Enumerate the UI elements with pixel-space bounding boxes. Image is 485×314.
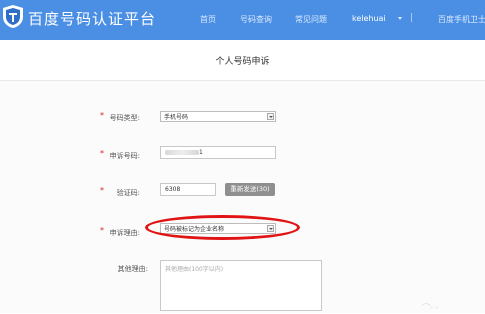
appeal-number-label: 申诉号码:: [109, 152, 140, 160]
appeal-number-suffix: 1: [199, 149, 203, 156]
nav-number-query[interactable]: 号码查询: [240, 14, 272, 25]
chevron-down-icon[interactable]: [267, 113, 274, 120]
page-title: 个人号码申诉: [215, 57, 270, 67]
nav-faq[interactable]: 常见问题: [295, 14, 327, 25]
appeal-reason-label: 申诉理由:: [109, 229, 140, 237]
appeal-number-input[interactable]: 1: [160, 146, 276, 159]
top-header: 百度号码认证平台 首页 号码查询 常见问题 kelehuai 百度手机卫士: [0, 0, 485, 40]
nav-baidu-guard[interactable]: 百度手机卫士: [438, 14, 485, 25]
redacted-number: [165, 150, 199, 155]
number-type-label: 号码类型:: [109, 114, 140, 122]
verification-code-input[interactable]: 6308: [160, 183, 216, 196]
chevron-down-icon[interactable]: [398, 17, 402, 20]
brand-title: 百度号码认证平台: [28, 10, 157, 28]
resend-button[interactable]: 重新发送(30): [225, 183, 275, 196]
highlight-circle: [145, 215, 300, 240]
nav-username[interactable]: kelehuai: [352, 14, 386, 23]
number-type-value: 手机号码: [164, 114, 189, 121]
watermark-mark: ⌒◦◦: [420, 304, 440, 314]
title-band: 个人号码申诉: [0, 40, 485, 81]
other-reason-label: 其他理由:: [117, 265, 148, 273]
shield-logo-icon[interactable]: [2, 4, 24, 29]
number-type-select[interactable]: 手机号码: [160, 111, 276, 122]
nav-divider: [411, 13, 412, 22]
other-reason-textarea[interactable]: 其他理由(100字以内): [160, 260, 322, 311]
nav-home[interactable]: 首页: [200, 14, 216, 25]
verification-code-label: 验证码:: [116, 189, 140, 197]
